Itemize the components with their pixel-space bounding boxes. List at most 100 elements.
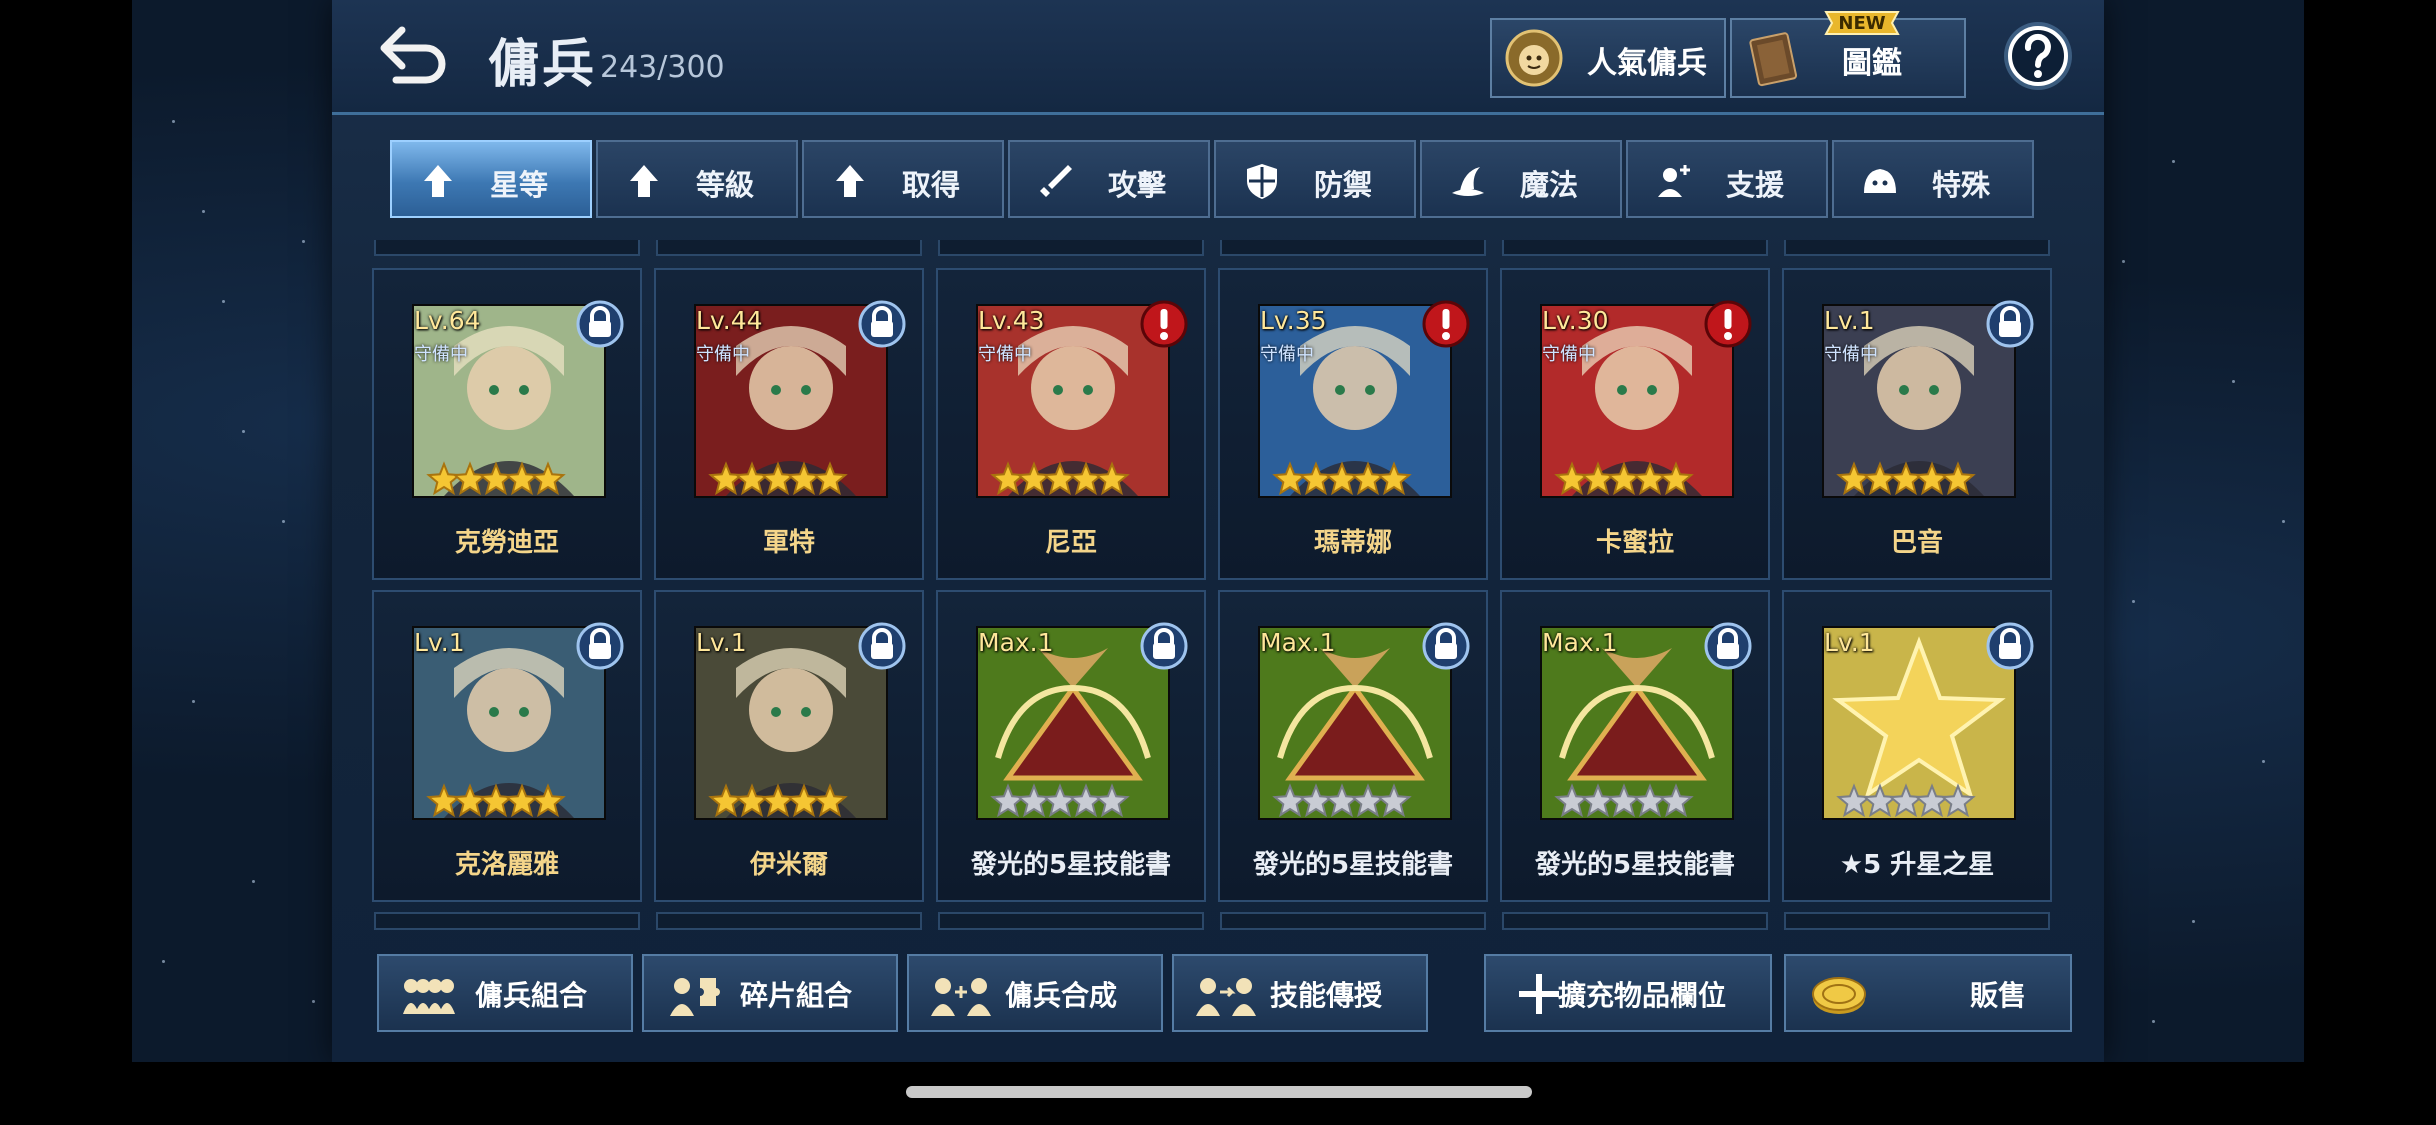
card-edge-above xyxy=(1502,240,1768,256)
bottom-button-label: 傭兵組合 xyxy=(474,979,587,1012)
card-edge-below xyxy=(1784,912,2050,930)
lock-icon[interactable] xyxy=(574,620,626,672)
lock-icon[interactable] xyxy=(1984,298,2036,350)
star-decoration xyxy=(2132,600,2135,603)
alert-icon[interactable] xyxy=(1138,298,1190,350)
bottom-button-2[interactable]: 碎片組合 xyxy=(642,954,898,1032)
star-decoration xyxy=(222,300,225,303)
card-edge-below xyxy=(656,912,922,930)
lock-icon[interactable] xyxy=(1420,620,1472,672)
lock-icon[interactable] xyxy=(856,298,908,350)
mercenary-card[interactable]: Lv.44 守備中 軍特 xyxy=(654,268,924,580)
star-decoration xyxy=(202,210,205,213)
page-title: 傭兵 xyxy=(488,35,597,95)
defending-status: 守備中 xyxy=(978,344,1032,365)
mercenary-name: 發光的5星技能書 xyxy=(1534,850,1736,880)
star-decoration xyxy=(2122,260,2125,263)
mercenary-name: 克洛麗雅 xyxy=(454,850,559,880)
new-badge-text: NEW xyxy=(1838,13,1886,34)
star-decoration xyxy=(2232,380,2235,383)
bottom-button-4[interactable]: 技能傳授 xyxy=(1172,954,1428,1032)
mercenary-card[interactable]: Max.1 發光的5星技能書 xyxy=(936,590,1206,902)
tab-5[interactable]: 防禦 xyxy=(1214,140,1416,218)
star-decoration xyxy=(2152,1020,2155,1023)
back-button[interactable] xyxy=(374,20,450,90)
mercenary-card[interactable]: Max.1 發光的5星技能書 xyxy=(1500,590,1770,902)
card-edge-above xyxy=(1784,240,2050,256)
star-rating xyxy=(990,461,1130,496)
home-indicator[interactable] xyxy=(906,1086,1532,1098)
lock-icon[interactable] xyxy=(856,620,908,672)
tab-3[interactable]: 取得 xyxy=(802,140,1004,218)
mercenary-card[interactable]: Max.1 發光的5星技能書 xyxy=(1218,590,1488,902)
bottom-button-label: 碎片組合 xyxy=(739,979,852,1012)
book-icon xyxy=(1749,32,1798,87)
star-decoration xyxy=(2282,520,2285,523)
tab-1[interactable]: 星等 xyxy=(390,140,592,218)
mercenary-panel: 傭兵 243/300 人氣傭兵 圖鑑 NEW 星等 等級 取得 攻擊 防禦 魔法… xyxy=(332,0,2104,1062)
bottom-button-label: 擴充物品欄位 xyxy=(1557,979,1726,1012)
tab-label: 特殊 xyxy=(1931,168,1990,202)
mercenary-name: 瑪蒂娜 xyxy=(1313,528,1392,558)
card-edge-above xyxy=(1220,240,1486,256)
star-decoration xyxy=(252,880,255,883)
level-label: Max.1 xyxy=(978,628,1054,657)
tab-label: 攻擊 xyxy=(1107,168,1166,202)
mercenary-card[interactable]: Lv.1 伊米爾 xyxy=(654,590,924,902)
mercenary-card[interactable]: Lv.43 守備中尼亞 xyxy=(936,268,1206,580)
star-decoration xyxy=(2172,160,2175,163)
alert-icon[interactable] xyxy=(1420,298,1472,350)
tab-label: 支援 xyxy=(1725,168,1784,202)
help-button[interactable] xyxy=(2000,18,2076,94)
popular-mercenary-label: 人氣傭兵 xyxy=(1587,46,1707,81)
bottom-button-5[interactable]: 擴充物品欄位 xyxy=(1484,954,1772,1032)
bottom-button-1[interactable]: 傭兵組合 xyxy=(377,954,633,1032)
mercenary-card[interactable]: Lv.35 守備中 瑪蒂娜 xyxy=(1218,268,1488,580)
game-screen: 傭兵 243/300 人氣傭兵 圖鑑 NEW 星等 等級 取得 攻擊 防禦 魔法… xyxy=(132,0,2304,1062)
level-label: Lv.44 xyxy=(696,306,763,335)
lock-icon[interactable] xyxy=(574,298,626,350)
mercenary-card[interactable]: Lv.1 克洛麗雅 xyxy=(372,590,642,902)
mercenary-card[interactable]: Lv.1 ★5 升星之星 xyxy=(1782,590,2052,902)
bottom-button-3[interactable]: 傭兵合成 xyxy=(907,954,1163,1032)
mercenary-card[interactable]: Lv.1 守備中 巴音 xyxy=(1782,268,2052,580)
mercenary-card[interactable]: Lv.64 守備中 克勞迪亞 xyxy=(372,268,642,580)
mercenary-card[interactable]: Lv.30 守備中 卡蜜拉 xyxy=(1500,268,1770,580)
mercenary-count: 243/300 xyxy=(600,50,725,85)
level-label: Lv.1 xyxy=(1824,628,1875,657)
tab-6[interactable]: 魔法 xyxy=(1420,140,1622,218)
defending-status: 守備中 xyxy=(1542,344,1596,365)
level-label: Lv.30 xyxy=(1542,306,1609,335)
lock-icon[interactable] xyxy=(1138,620,1190,672)
tab-2[interactable]: 等級 xyxy=(596,140,798,218)
tab-8[interactable]: 特殊 xyxy=(1832,140,2034,218)
star-rating xyxy=(1836,461,1976,496)
level-label: Lv.1 xyxy=(414,628,465,657)
tab-7[interactable]: 支援 xyxy=(1626,140,1828,218)
bottom-button-6[interactable]: 販售 xyxy=(1784,954,2072,1032)
tab-label: 防禦 xyxy=(1313,168,1372,202)
mercenary-name: 發光的5星技能書 xyxy=(1252,850,1454,880)
level-label: Lv.64 xyxy=(414,306,481,335)
card-edge-below xyxy=(938,912,1204,930)
level-label: Lv.1 xyxy=(1824,306,1875,335)
lock-icon[interactable] xyxy=(1702,620,1754,672)
alert-icon[interactable] xyxy=(1702,298,1754,350)
tab-4[interactable]: 攻擊 xyxy=(1008,140,1210,218)
lock-icon[interactable] xyxy=(1984,620,2036,672)
star-rating xyxy=(1836,783,1976,818)
star-decoration xyxy=(172,120,175,123)
star-rating xyxy=(708,783,848,818)
card-edge-below xyxy=(1220,912,1486,930)
mercenary-name: 尼亞 xyxy=(1044,528,1097,558)
mercenary-name: 伊米爾 xyxy=(749,850,828,880)
star-rating xyxy=(990,783,1130,818)
star-decoration xyxy=(242,430,245,433)
popular-mercenary-button[interactable]: 人氣傭兵 xyxy=(1490,18,1726,98)
defending-status: 守備中 xyxy=(696,344,750,365)
tab-label: 等級 xyxy=(695,168,754,202)
level-label: Lv.1 xyxy=(696,628,747,657)
star-decoration xyxy=(312,1000,315,1003)
star-decoration xyxy=(2262,760,2265,763)
level-label: Lv.43 xyxy=(978,306,1045,335)
